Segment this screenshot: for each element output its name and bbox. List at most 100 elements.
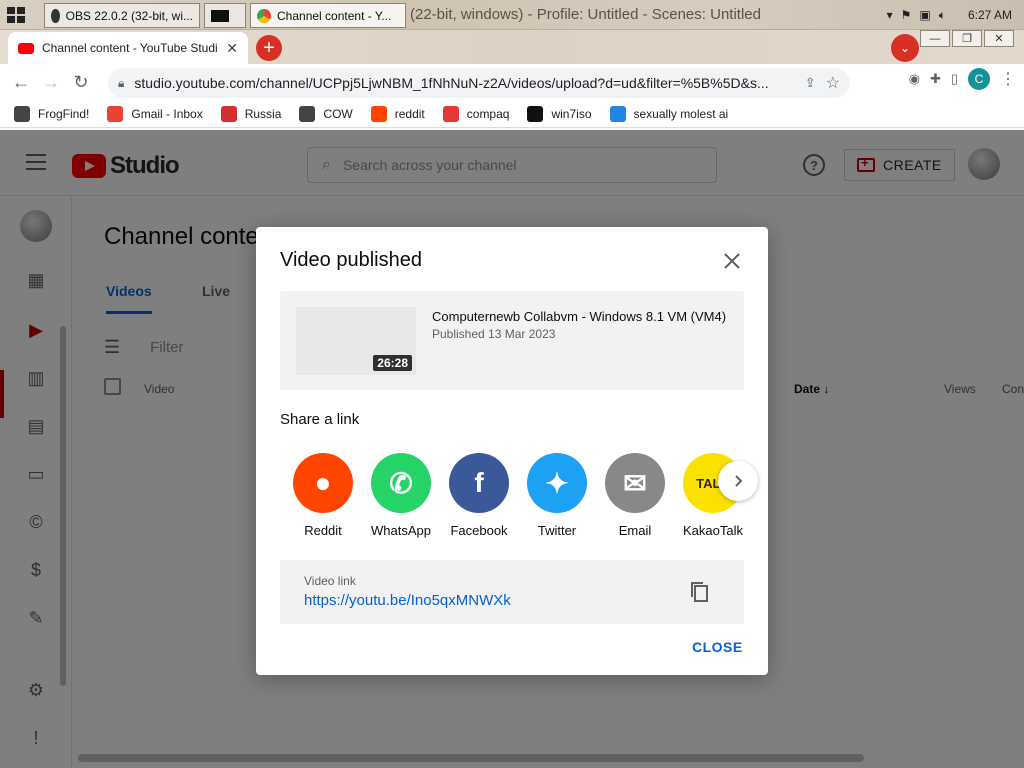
bookmark-item[interactable]: compaq (442, 105, 510, 122)
windows-start-icon[interactable] (6, 6, 26, 24)
tab-search-chevron-icon[interactable]: ⌄ (891, 34, 919, 62)
forward-arrow-icon[interactable]: → (36, 67, 66, 97)
close-icon[interactable] (720, 249, 744, 273)
chrome-tab-strip: Channel content - YouTube Studi ✕ + (0, 30, 1024, 64)
volume-icon[interactable]: 🔈︎ (939, 8, 946, 23)
taskbar-chrome-button[interactable]: Channel content - Y... (250, 3, 406, 28)
bookmark-item[interactable]: FrogFind! (14, 105, 90, 122)
facebook-icon: f (449, 453, 509, 513)
share-label: Email (618, 523, 652, 538)
twitter-icon: ✦ (527, 453, 587, 513)
copy-icon[interactable] (688, 580, 712, 604)
video-published-dialog: Video published 26:28 Computernewb Colla… (256, 227, 768, 675)
taskbar-obs-button[interactable]: OBS 22.0.2 (32-bit, wi... (44, 3, 200, 28)
video-card: 26:28 Computernewb Collabvm - Windows 8.… (280, 291, 744, 390)
bookmark-favicon-icon (527, 105, 544, 122)
taskbar-cmd-button[interactable] (204, 3, 246, 28)
obs-icon (51, 8, 60, 23)
bookmark-label: reddit (394, 106, 425, 121)
flag-icon[interactable]: ⚑ (901, 8, 912, 22)
bookmark-item[interactable]: COW (299, 105, 353, 122)
window-close-button[interactable]: ✕ (984, 30, 1014, 47)
bookmark-item[interactable]: win7iso (527, 105, 592, 122)
bookmark-favicon-icon (370, 105, 387, 122)
share-heading: Share a link (280, 411, 360, 428)
share-next-button[interactable] (718, 461, 758, 501)
minimize-button[interactable]: — (920, 30, 950, 47)
extension-icon[interactable]: ◉ (909, 71, 920, 87)
bookmark-item[interactable]: Gmail - Inbox (107, 105, 203, 122)
obs-window-title-behind: (22-bit, windows) - Profile: Untitled - … (410, 6, 761, 23)
share-whatsapp-button[interactable]: ✆ WhatsApp (362, 453, 440, 538)
bookmark-label: compaq (466, 106, 510, 121)
cmd-icon (211, 9, 229, 22)
new-tab-button[interactable]: + (256, 35, 282, 61)
chevron-right-icon (735, 475, 743, 487)
share-label: Facebook (450, 523, 508, 538)
dialog-title: Video published (280, 249, 422, 271)
share-reddit-button[interactable]: ● Reddit (284, 453, 362, 538)
bookmark-item[interactable]: sexually molest ai (609, 105, 729, 122)
side-panel-icon[interactable]: ▯ (951, 71, 958, 87)
video-link-box: Video link https://youtu.be/Ino5qxMNWXk (280, 560, 744, 624)
share-twitter-button[interactable]: ✦ Twitter (518, 453, 596, 538)
puzzle-icon[interactable]: ✚ (930, 71, 941, 87)
address-bar[interactable]: 🔒︎ studio.youtube.com/channel/UCPpj5LjwN… (108, 68, 850, 98)
tab-title: Channel content - YouTube Studi (42, 41, 218, 55)
close-button[interactable]: CLOSE (692, 639, 743, 655)
taskbar-obs-label: OBS 22.0.2 (32-bit, wi... (65, 8, 193, 23)
network-icon[interactable]: ▣ (919, 8, 930, 22)
chrome-tab[interactable]: Channel content - YouTube Studi ✕ (8, 32, 248, 64)
taskbar-chrome-label: Channel content - Y... (277, 8, 392, 23)
video-link-label: Video link (304, 574, 356, 588)
bookmark-item[interactable]: reddit (370, 105, 425, 122)
back-arrow-icon[interactable]: ← (6, 67, 36, 97)
share-icon[interactable]: ⇪ (805, 75, 816, 91)
video-duration: 26:28 (373, 355, 412, 371)
reload-icon[interactable]: ↻ (66, 67, 96, 97)
bookmark-label: win7iso (551, 106, 592, 121)
bookmark-label: Gmail - Inbox (131, 106, 203, 121)
chrome-icon (257, 8, 271, 23)
video-published-date: Published 13 Mar 2023 (432, 327, 556, 341)
bookmark-favicon-icon (14, 105, 30, 122)
toolbar-right: ◉ ✚ ▯ C ⋮ (909, 68, 1016, 90)
bookmark-favicon-icon (220, 105, 237, 122)
share-email-button[interactable]: ✉ Email (596, 453, 674, 538)
bookmarks-bar: FrogFind! Gmail - Inbox Russia COW reddit com… (0, 100, 1024, 128)
restore-button[interactable]: ❐ (952, 30, 982, 47)
video-thumbnail[interactable]: 26:28 (296, 307, 416, 375)
tray-chevron-icon[interactable]: ▾ (887, 8, 893, 22)
windows-taskbar: OBS 22.0.2 (32-bit, wi... Channel conten… (0, 0, 1024, 30)
share-facebook-button[interactable]: f Facebook (440, 453, 518, 538)
bookmark-label: COW (323, 106, 353, 121)
profile-avatar[interactable]: C (968, 68, 990, 90)
chrome-toolbar: ← → ↻ 🔒︎ studio.youtube.com/channel/UCPp… (0, 64, 1024, 100)
bookmark-favicon-icon (609, 105, 626, 122)
system-tray: ▾ ⚑ ▣ 🔈︎ 6:27 AM (887, 0, 1024, 30)
bookmark-item[interactable]: Russia (220, 105, 282, 122)
bookmark-star-icon[interactable]: ☆ (826, 73, 840, 93)
share-label: KakaoTalk (683, 523, 743, 538)
clock[interactable]: 6:27 AM (968, 8, 1012, 22)
bookmark-label: sexually molest ai (633, 106, 729, 121)
bookmark-label: Russia (244, 106, 282, 121)
url-text[interactable]: studio.youtube.com/channel/UCPpj5LjwNBM_… (134, 75, 794, 91)
bookmark-favicon-icon (442, 105, 459, 122)
bookmark-favicon-icon (299, 105, 316, 122)
share-label: WhatsApp (371, 523, 431, 538)
video-link-url[interactable]: https://youtu.be/Ino5qxMNWXk (304, 592, 511, 609)
video-title[interactable]: Computernewb Collabvm - Windows 8.1 VM (… (432, 309, 726, 324)
email-icon: ✉ (605, 453, 665, 513)
share-label: Twitter (537, 523, 577, 538)
chrome-menu-icon[interactable]: ⋮ (1000, 69, 1016, 89)
share-list: ● Reddit ✆ WhatsApp f Facebook ✦ Twitter ✉ Email T… (284, 453, 754, 543)
reddit-icon: ● (293, 453, 353, 513)
youtube-favicon-icon (18, 42, 34, 54)
whatsapp-icon: ✆ (371, 453, 431, 513)
bookmark-label: FrogFind! (38, 106, 90, 121)
bookmark-favicon-icon (107, 105, 124, 122)
share-label: Reddit (304, 523, 342, 538)
tab-close-icon[interactable]: ✕ (226, 40, 238, 57)
window-controls: — ❐ ✕ (920, 30, 1014, 47)
